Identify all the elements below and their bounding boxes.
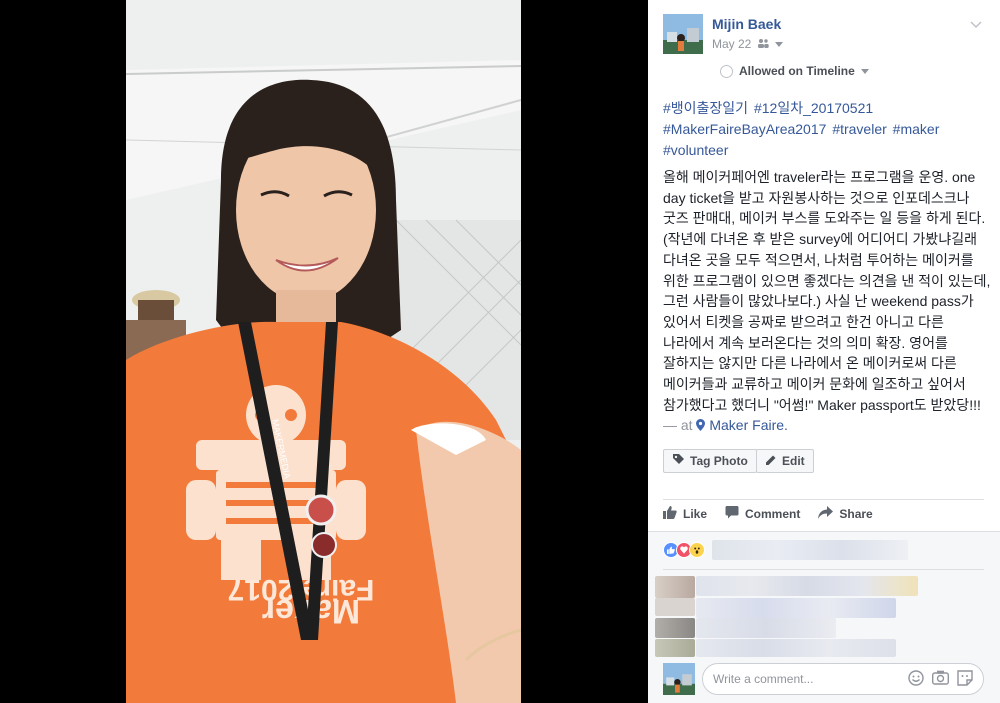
commenter-avatar-blurred [655,618,695,638]
action-bar: Like Comment Share [663,505,873,522]
share-button[interactable]: Share [818,505,873,522]
comment-input-placeholder: Write a comment... [713,672,814,686]
post-photo[interactable]: Maker Faire 2017 MAKERMEDIA [126,0,521,703]
hashtag[interactable]: #12일차_20170521 [754,100,873,116]
comment-input-icons [908,669,973,689]
post-body: 올해 메이커페어엔 traveler라는 프로그램을 운영. one day t… [663,167,991,437]
commenter-avatar-blurred [655,576,695,598]
hashtag[interactable]: #volunteer [663,142,728,158]
audience-dropdown-icon[interactable] [775,41,784,47]
post-panel: Mijin Baek May 22 Allowed on Timeline #뱅… [648,0,1000,703]
tag-photo-label: Tag Photo [690,454,748,468]
post-meta: May 22 [712,37,784,51]
hashtag[interactable]: #MakerFaireBayArea2017 [663,121,826,137]
pencil-icon [765,454,777,469]
divider [663,499,984,500]
author-name[interactable]: Mijin Baek [712,16,781,32]
share-arrow-icon [818,505,834,522]
wow-reaction-icon [689,542,705,558]
hashtag-list: #뱅이출장일기 #12일차_20170521 #MakerFaireBayAre… [663,98,988,161]
comments-section: Write a comment... [648,531,1000,703]
hashtag[interactable]: #traveler [832,121,886,137]
avatar-image [663,663,695,695]
timeline-dropdown-icon [860,68,869,74]
current-user-avatar[interactable] [663,663,695,695]
comment-blurred [696,576,918,596]
author-avatar[interactable] [663,14,703,54]
comment-blurred [696,639,896,657]
edit-label: Edit [782,454,805,468]
location-prefix: — at [663,417,693,434]
post-body-text: 올해 메이커페어엔 traveler라는 프로그램을 운영. one day t… [663,169,991,413]
divider [663,569,984,570]
commenter-avatar-blurred [655,598,695,616]
reactions-names-blurred [712,540,908,560]
comment-blurred [696,598,896,618]
hashtag[interactable]: #뱅이출장일기 [663,100,748,116]
friends-icon [757,37,770,51]
camera-icon[interactable] [931,670,950,689]
location-pin-icon [696,416,706,437]
like-button[interactable]: Like [663,505,707,522]
selfie-image: Maker Faire 2017 MAKERMEDIA [126,0,521,703]
sticker-icon[interactable] [957,669,973,689]
post-date[interactable]: May 22 [712,37,751,51]
post-options-chevron-icon[interactable] [970,16,982,34]
thumbs-up-icon [663,505,677,522]
hashtag[interactable]: #maker [893,121,940,137]
timeline-label: Allowed on Timeline [739,64,855,78]
edit-button[interactable]: Edit [756,449,814,473]
speech-bubble-icon [725,505,739,522]
tag-icon [672,453,685,469]
comment-button[interactable]: Comment [725,505,800,522]
comment-label: Comment [745,506,801,521]
timeline-circle-icon [720,64,733,78]
commenter-avatar-blurred [655,639,695,657]
emoji-icon[interactable] [908,669,924,689]
timeline-visibility[interactable]: Allowed on Timeline [720,64,869,78]
avatar-image [663,14,703,54]
location-link[interactable]: Maker Faire. [709,417,788,433]
comment-input[interactable]: Write a comment... [702,663,984,695]
like-label: Like [683,506,708,521]
comment-blurred [696,618,836,638]
reactions-summary[interactable] [663,542,705,558]
share-label: Share [839,506,873,521]
tag-photo-button[interactable]: Tag Photo [663,449,757,473]
